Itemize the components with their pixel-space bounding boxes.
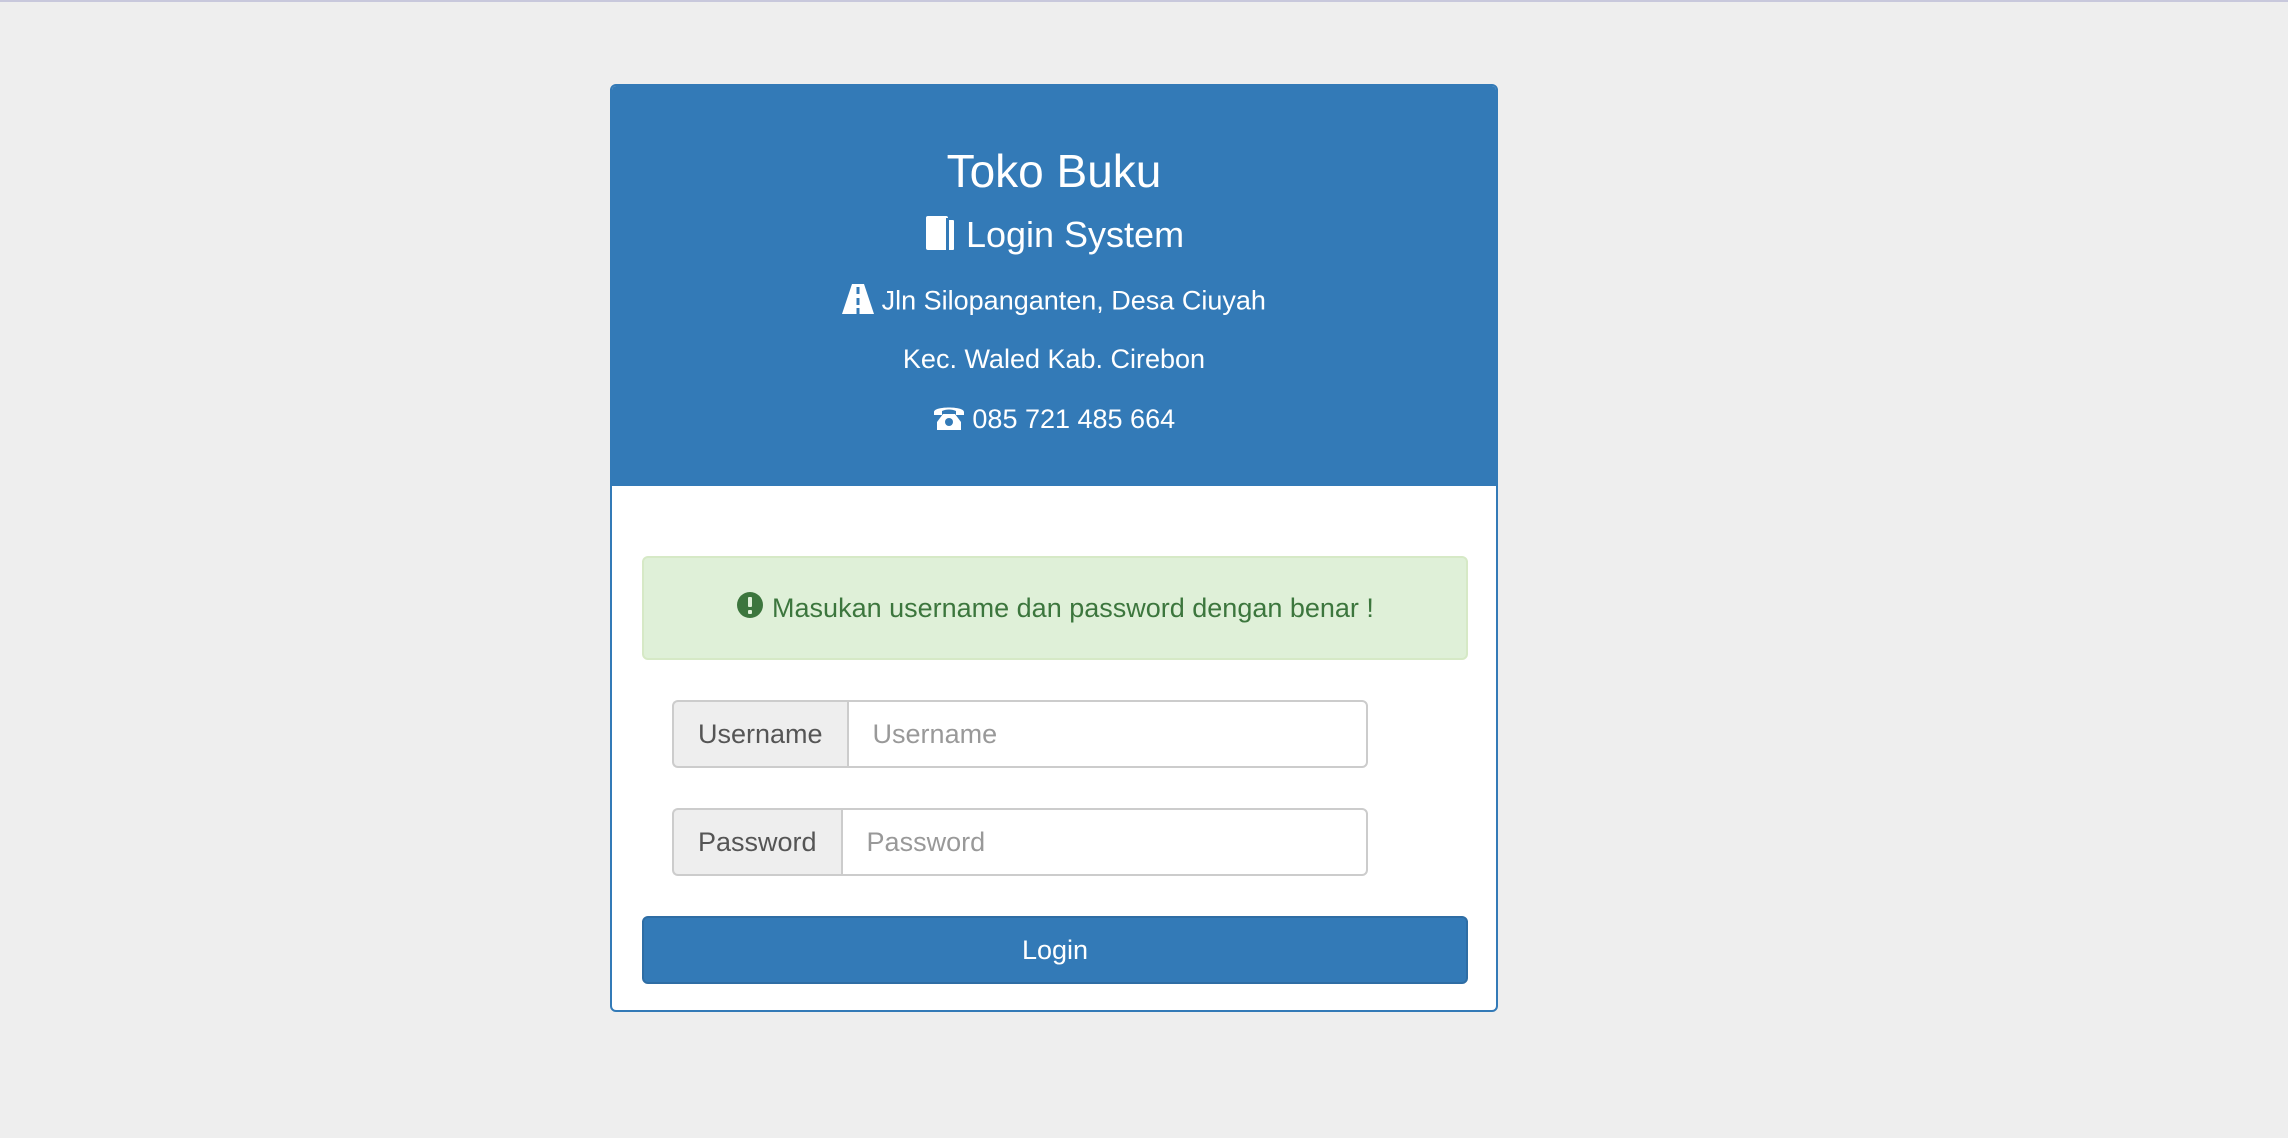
- phone-text: 085 721 485 664: [972, 404, 1176, 434]
- road-icon: [842, 284, 875, 321]
- login-button[interactable]: Login: [642, 916, 1468, 984]
- username-input-group: Username: [672, 700, 1368, 768]
- subtitle-text: Login System: [965, 214, 1185, 256]
- address-line-2: Kec. Waled Kab. Cirebon: [902, 344, 1206, 374]
- login-alert: Masukan username dan password dengan ben…: [642, 556, 1468, 660]
- book-icon: [924, 214, 956, 261]
- phone-icon: [933, 404, 965, 437]
- panel-heading: Toko Buku Login System Jln Silopanganten…: [612, 86, 1496, 486]
- password-input-group: Password: [672, 808, 1368, 876]
- address-line-1-text: Jln Silopanganten, Desa Ciuyah: [881, 285, 1266, 316]
- exclamation-circle-icon: [736, 591, 764, 626]
- password-label: Password: [672, 808, 841, 876]
- login-panel: Toko Buku Login System Jln Silopanganten…: [610, 84, 1498, 1012]
- store-title: Toko Buku: [946, 145, 1162, 197]
- login-system-heading: Login System: [612, 214, 1496, 261]
- alert-message: Masukan username dan password dengan ben…: [772, 592, 1374, 623]
- top-border-line: [0, 0, 2288, 2]
- address-line-1: Jln Silopanganten, Desa Ciuyah: [612, 284, 1496, 321]
- username-input[interactable]: [846, 700, 1368, 768]
- phone-line: 085 721 485 664: [612, 404, 1496, 437]
- password-input[interactable]: [840, 808, 1368, 876]
- username-label: Username: [672, 700, 847, 768]
